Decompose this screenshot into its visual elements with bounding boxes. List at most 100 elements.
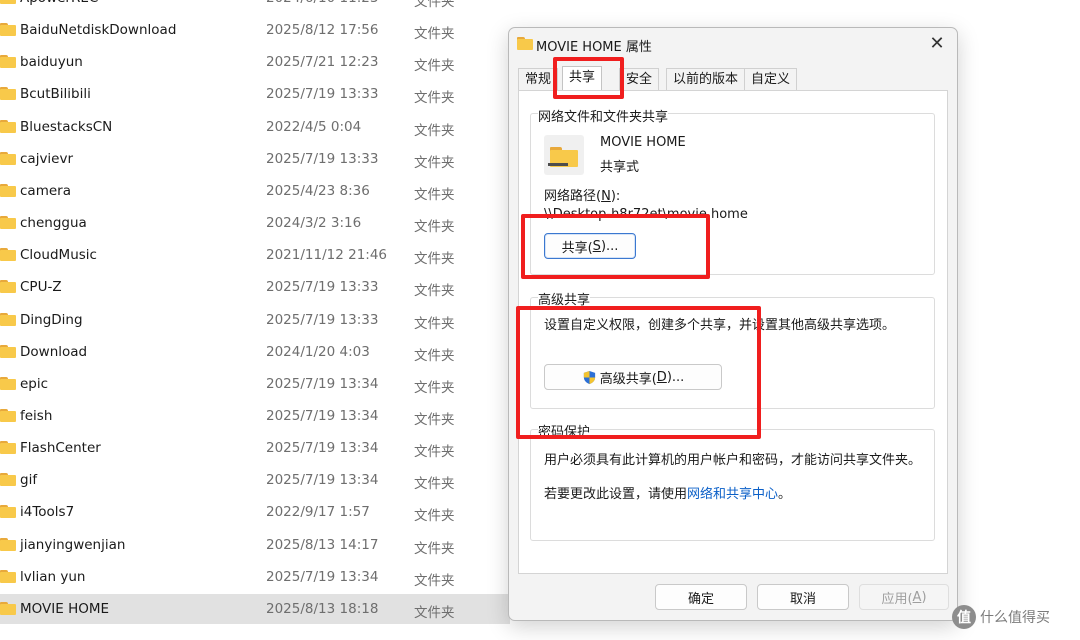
folder-icon xyxy=(0,216,16,230)
file-row[interactable]: BcutBilibili 2025/7/19 13:33 文件夹 xyxy=(0,79,510,109)
file-row[interactable]: gif 2025/7/19 13:34 文件夹 xyxy=(0,465,510,495)
apply-button[interactable]: 应用(A) xyxy=(859,584,949,610)
file-row[interactable]: jianyingwenjian 2025/8/13 14:17 文件夹 xyxy=(0,530,510,560)
folder-icon xyxy=(0,537,16,551)
file-row[interactable]: Download 2024/1/20 4:03 文件夹 xyxy=(0,337,510,367)
file-row[interactable]: DingDing 2025/7/19 13:33 文件夹 xyxy=(0,305,510,335)
advanced-sharing-description: 设置自定义权限，创建多个共享，并设置其他高级共享选项。 xyxy=(544,318,896,333)
file-type: 文件夹 xyxy=(414,219,455,236)
file-name: i4Tools7 xyxy=(20,504,75,521)
file-name: CPU-Z xyxy=(20,279,62,296)
file-type: 文件夹 xyxy=(414,90,455,107)
file-row[interactable]: BluestacksCN 2022/4/5 0:04 文件夹 xyxy=(0,112,510,142)
file-row[interactable]: ApowerREC 2024/6/10 11:23 文件夹 xyxy=(0,0,510,13)
file-modified-date: 2025/7/19 13:34 xyxy=(266,375,379,392)
share-button[interactable]: 共享(S)... xyxy=(544,233,636,259)
file-name: Download xyxy=(20,343,88,360)
tab-sharing[interactable]: 共享 xyxy=(562,66,603,90)
file-row[interactable]: CPU-Z 2025/7/19 13:33 文件夹 xyxy=(0,272,510,302)
file-row[interactable]: camera 2025/4/23 8:36 文件夹 xyxy=(0,176,510,206)
tab-general[interactable]: 常规 xyxy=(518,68,559,90)
file-name: MOVIE HOME xyxy=(20,600,110,617)
file-modified-date: 2025/8/12 17:56 xyxy=(266,22,379,39)
folder-icon xyxy=(0,473,16,487)
file-modified-date: 2025/7/19 13:34 xyxy=(266,568,379,585)
dialog-titlebar[interactable]: MOVIE HOME 属性 ✕ xyxy=(509,28,957,58)
folder-icon xyxy=(0,151,16,165)
file-name: BluestacksCN xyxy=(20,118,113,135)
folder-icon xyxy=(0,505,16,519)
folder-icon xyxy=(0,376,16,390)
advanced-sharing-button[interactable]: 高级共享(D)... xyxy=(544,364,722,390)
file-name: epic xyxy=(20,375,49,392)
file-type: 文件夹 xyxy=(414,508,455,525)
cancel-button[interactable]: 取消 xyxy=(757,584,849,610)
file-modified-date: 2025/7/19 13:33 xyxy=(266,86,379,103)
file-modified-date: 2025/7/19 13:34 xyxy=(266,407,379,424)
file-row[interactable]: epic 2025/7/19 13:34 文件夹 xyxy=(0,369,510,399)
sharing-tab-panel: 网络文件和文件夹共享 MOVIE HOME 共享式 网络路径(N): \\Des… xyxy=(518,90,948,574)
file-modified-date: 2025/7/19 13:33 xyxy=(266,150,379,167)
file-name: feish xyxy=(20,407,53,424)
folder-icon xyxy=(0,0,16,4)
file-row[interactable]: FlashCenter 2025/7/19 13:34 文件夹 xyxy=(0,433,510,463)
file-row[interactable]: CloudMusic 2021/11/12 21:46 文件夹 xyxy=(0,240,510,270)
file-type: 文件夹 xyxy=(414,251,455,268)
file-row[interactable]: chenggua 2024/3/2 3:16 文件夹 xyxy=(0,208,510,238)
file-type: 文件夹 xyxy=(414,572,455,589)
folder-name: MOVIE HOME xyxy=(600,135,686,150)
uac-shield-icon xyxy=(583,370,595,384)
ok-button[interactable]: 确定 xyxy=(655,584,747,610)
file-type: 文件夹 xyxy=(414,315,455,332)
file-modified-date: 2024/3/2 3:16 xyxy=(266,215,362,232)
file-row[interactable]: i4Tools7 2022/9/17 1:57 文件夹 xyxy=(0,497,510,527)
file-name: camera xyxy=(20,182,71,199)
watermark-text: 什么值得买 xyxy=(980,610,1050,626)
network-sharing-center-link[interactable]: 网络和共享中心 xyxy=(687,487,778,502)
file-row[interactable]: baiduyun 2025/7/21 12:23 文件夹 xyxy=(0,47,510,77)
tab-customize[interactable]: 自定义 xyxy=(744,68,798,90)
folder-icon xyxy=(0,601,16,615)
close-icon: ✕ xyxy=(929,32,945,54)
tab-security[interactable]: 安全 xyxy=(619,68,660,90)
file-type: 文件夹 xyxy=(414,347,455,364)
file-type: 文件夹 xyxy=(414,58,455,75)
advanced-sharing-group-label: 高级共享 xyxy=(538,289,591,308)
file-name: CloudMusic xyxy=(20,247,97,264)
file-modified-date: 2025/7/21 12:23 xyxy=(266,54,379,71)
folder-icon xyxy=(0,312,16,326)
file-type: 文件夹 xyxy=(414,540,455,557)
folder-icon xyxy=(0,23,16,37)
folder-icon xyxy=(0,87,16,101)
file-name: chenggua xyxy=(20,215,87,232)
file-modified-date: 2022/4/5 0:04 xyxy=(266,118,362,135)
file-type: 文件夹 xyxy=(414,283,455,300)
folder-icon xyxy=(0,280,16,294)
file-modified-date: 2025/7/19 13:34 xyxy=(266,472,379,489)
file-type: 文件夹 xyxy=(414,122,455,139)
file-modified-date: 2024/6/10 11:23 xyxy=(266,0,378,6)
file-name: baiduyun xyxy=(20,54,83,71)
file-type: 文件夹 xyxy=(414,26,455,43)
file-type: 文件夹 xyxy=(414,0,455,10)
network-path-value: \\Desktop-h8r72et\movie home xyxy=(544,207,748,222)
password-protection-group-label: 密码保护 xyxy=(538,421,591,440)
watermark-logo: 值 xyxy=(952,605,976,629)
folder-icon xyxy=(0,441,16,455)
close-button[interactable]: ✕ xyxy=(917,28,957,58)
file-name: lvlian yun xyxy=(20,568,86,585)
file-row[interactable]: cajvievr 2025/7/19 13:33 文件夹 xyxy=(0,144,510,174)
tab-previous-versions[interactable]: 以前的版本 xyxy=(666,68,746,90)
folder-icon xyxy=(0,55,16,69)
file-row[interactable]: BaiduNetdiskDownload 2025/8/12 17:56 文件夹 xyxy=(0,15,510,45)
file-name: jianyingwenjian xyxy=(20,536,126,553)
file-row[interactable]: feish 2025/7/19 13:34 文件夹 xyxy=(0,401,510,431)
password-protection-change-text: 若要更改此设置，请使用网络和共享中心。 xyxy=(544,487,792,502)
dialog-title: MOVIE HOME 属性 xyxy=(536,40,652,55)
file-row[interactable]: MOVIE HOME 2025/8/13 18:18 文件夹 xyxy=(0,593,510,624)
file-row[interactable]: lvlian yun 2025/7/19 13:34 文件夹 xyxy=(0,562,510,592)
file-type: 文件夹 xyxy=(414,186,455,203)
file-modified-date: 2025/8/13 14:17 xyxy=(266,536,379,553)
file-type: 文件夹 xyxy=(414,379,455,396)
file-modified-date: 2025/7/19 13:34 xyxy=(266,440,379,457)
